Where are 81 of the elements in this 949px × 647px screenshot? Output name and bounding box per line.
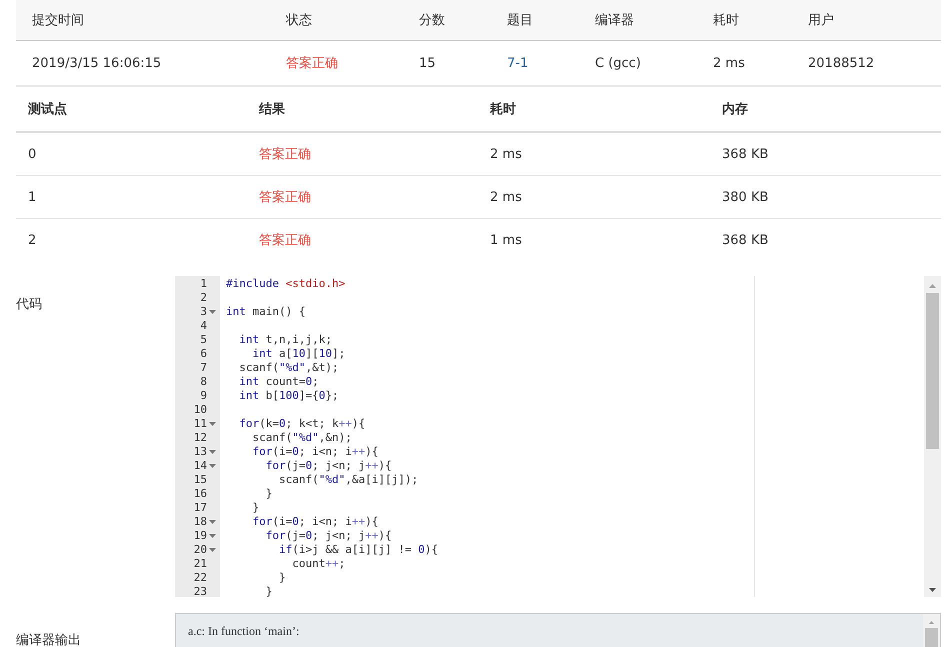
line-number: 22 (194, 571, 207, 585)
code-line: for(j=0; j<n; j++){ (264, 459, 392, 472)
code-line: int main() { (226, 305, 306, 318)
table-cell-text: 20188512 (808, 56, 876, 70)
column-header: 内存 (722, 101, 749, 118)
line-number: 3 (200, 305, 207, 319)
line-number: 16 (194, 487, 207, 501)
scroll-up-icon[interactable] (928, 621, 935, 624)
scrollbar-thumb[interactable] (925, 628, 938, 647)
line-number: 11 (194, 417, 207, 431)
table-cell-text: C (gcc) (595, 56, 642, 70)
line-number: 15 (194, 473, 207, 487)
line-number: 13 (194, 445, 207, 459)
status-text: 答案正确 (259, 232, 312, 249)
line-number: 19 (194, 529, 207, 543)
code-line: scanf("%d",&t); (238, 361, 339, 374)
code-line: for(i=0; i<n; i++){ (251, 445, 378, 458)
code-line: int a[10][10]; (251, 347, 346, 360)
code-line: scanf("%d",&a[i][j]); (278, 473, 418, 486)
column-header: 用户 (808, 12, 835, 29)
line-number: 18 (194, 515, 207, 529)
scroll-down-icon[interactable] (929, 588, 936, 592)
code-line: #include <stdio.h> (226, 277, 346, 290)
section-label: 代码 (16, 296, 43, 314)
table-cell-text: 2 ms (490, 190, 523, 204)
column-header: 编译器 (595, 12, 635, 29)
problem-link[interactable]: 7-1 (507, 56, 595, 70)
line-number: 10 (194, 403, 207, 417)
code-line: } (251, 501, 260, 514)
column-header: 题目 (507, 12, 534, 29)
table-cell-text: 380 KB (722, 190, 770, 204)
section-label: 编译器输出 (16, 632, 82, 647)
code-line: int count=0; (238, 375, 319, 388)
status-text: 答案正确 (259, 146, 312, 163)
code-line: scanf("%d",&n); (251, 431, 352, 444)
line-number: 21 (194, 557, 207, 571)
table-cell-text: 1 (28, 190, 38, 204)
code-line: count++; (291, 557, 346, 570)
table-cell-text: 2 (28, 232, 38, 248)
line-number: 9 (200, 389, 207, 403)
column-header: 耗时 (490, 101, 517, 118)
line-number: 23 (194, 585, 207, 597)
line-number: 20 (194, 543, 207, 557)
column-header: 耗时 (713, 12, 740, 29)
scroll-up-icon[interactable] (929, 284, 936, 288)
table-cell-text: 368 KB (722, 232, 770, 248)
code-line: for(i=0; i<n; i++){ (251, 515, 378, 528)
code-line: } (264, 487, 272, 500)
table-cell-text: 2 ms (713, 56, 746, 70)
code-line: } (278, 571, 286, 584)
line-number: 6 (200, 347, 207, 361)
line-number: 5 (200, 333, 207, 347)
column-header: 状态 (286, 12, 313, 29)
status-text: 答案正确 (286, 55, 339, 72)
table-cell-text: 368 KB (722, 146, 770, 162)
code-line: for(k=0; k<t; k++){ (238, 417, 366, 430)
column-header: 测试点 (28, 101, 68, 118)
code-line: } (264, 585, 272, 597)
column-header: 结果 (259, 101, 286, 118)
line-number: 4 (200, 319, 207, 333)
table-cell-text: 0 (28, 146, 38, 162)
line-number: 1 (200, 277, 207, 291)
line-number: 8 (200, 375, 207, 389)
line-number: 7 (200, 361, 207, 375)
status-text: 答案正确 (259, 189, 312, 206)
scrollbar-thumb[interactable] (926, 293, 939, 449)
code-line: int b[100]={0}; (238, 389, 339, 402)
table-cell-text: 2 ms (490, 146, 523, 162)
output-line: a.c: In function ‘main’: (188, 624, 300, 639)
table-cell-text: 1 ms (490, 232, 523, 248)
code-line: if(i>j && a[i][j] != 0){ (278, 543, 438, 556)
line-number: 17 (194, 501, 207, 515)
table-cell-text: 15 (419, 56, 437, 70)
column-header: 分数 (419, 12, 446, 29)
code-line: int t,n,i,j,k; (238, 333, 332, 346)
line-number: 14 (194, 459, 207, 473)
line-number: 12 (194, 431, 207, 445)
column-header: 提交时间 (32, 12, 85, 29)
table-cell-text: 2019/3/15 16:06:15 (32, 56, 162, 70)
code-line: for(j=0; j<n; j++){ (264, 529, 392, 542)
line-number: 2 (200, 291, 207, 305)
